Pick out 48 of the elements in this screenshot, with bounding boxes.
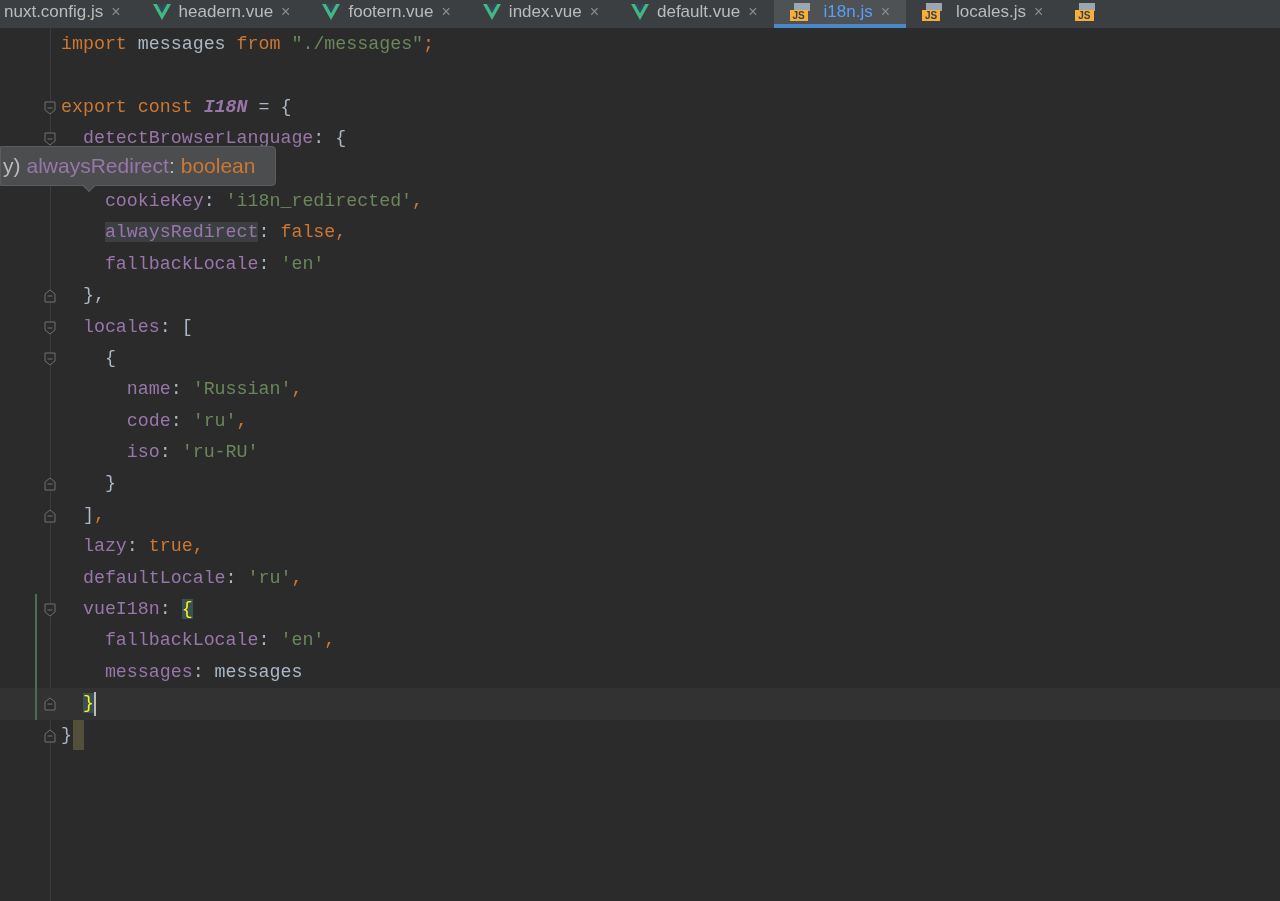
fold-marker-icon[interactable] — [44, 289, 56, 304]
fold-marker-icon[interactable] — [44, 477, 56, 492]
code-line: export const I18N = { — [61, 95, 292, 119]
close-icon[interactable]: × — [1033, 0, 1044, 24]
editor-tab[interactable]: default.vue × — [615, 0, 774, 28]
editor-tab[interactable]: nuxt.config.js × — [0, 0, 137, 28]
tooltip: y) alwaysRedirect: boolean — [0, 146, 277, 186]
v-logo-icon — [322, 4, 341, 20]
code-line: vueI18n: { — [81, 598, 193, 622]
close-icon[interactable]: × — [111, 0, 121, 24]
v-logo-icon — [482, 4, 501, 20]
fold-marker-icon[interactable] — [44, 697, 56, 712]
code-line: lazy: true, — [81, 535, 204, 559]
fold-marker-icon[interactable] — [44, 603, 56, 618]
close-icon[interactable]: × — [748, 0, 758, 24]
code-line: } — [61, 723, 72, 747]
fold-marker-icon[interactable] — [44, 351, 56, 366]
fold-marker-icon[interactable] — [44, 320, 56, 335]
editor-tab[interactable]: footern.vue × — [306, 0, 467, 28]
editor-tab[interactable]: JS — [1059, 0, 1118, 28]
text-cursor — [93, 691, 96, 716]
code-line: fallbackLocale: 'en', — [103, 629, 336, 653]
code-line: fallbackLocale: 'en' — [103, 252, 325, 276]
code-line: code: 'ru', — [125, 409, 248, 433]
code-line: defaultLocale: 'ru', — [81, 566, 303, 590]
code-line: } — [103, 472, 116, 496]
editor-tab[interactable]: JS i18n.js × — [773, 0, 906, 28]
close-icon[interactable]: × — [281, 0, 291, 24]
code-line: cookieKey: 'i18n_redirected', — [103, 189, 424, 213]
fold-marker-icon[interactable] — [44, 100, 56, 115]
close-icon[interactable]: × — [441, 0, 451, 24]
code-line: { — [103, 346, 116, 370]
editor-tab[interactable]: JS locales.js × — [906, 0, 1060, 28]
code-line: name: 'Russian', — [125, 378, 303, 402]
v-logo-icon — [152, 4, 171, 20]
code-line: locales: [ — [81, 315, 193, 339]
code-line: ], — [81, 503, 105, 527]
code-line: iso: 'ru-RU' — [125, 441, 259, 465]
close-icon[interactable]: × — [589, 0, 599, 24]
fold-marker-icon[interactable] — [44, 132, 56, 147]
fold-marker-icon[interactable] — [44, 508, 56, 523]
v-logo-icon — [631, 4, 649, 20]
editor-tab[interactable]: index.vue × — [466, 0, 615, 28]
editor-tab[interactable]: headern.vue × — [136, 0, 307, 28]
fold-marker-icon[interactable] — [44, 728, 56, 743]
code-line: messages: messages — [103, 660, 303, 684]
code-line: import messages from "./messages"; — [61, 33, 435, 56]
code-line: }, — [81, 284, 105, 308]
